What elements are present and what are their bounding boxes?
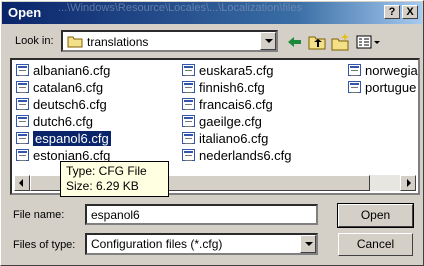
dialog-title: Open [8,5,42,20]
file-item[interactable]: albanian6.cfg [16,63,110,78]
file-item[interactable]: deutsch6.cfg [16,97,107,112]
back-arrow-icon[interactable] [285,32,305,52]
look-in-label: Look in: [15,35,54,47]
cfg-file-icon [182,115,195,127]
files-of-type-select[interactable]: Configuration files (*.cfg) [85,233,318,255]
folder-icon [67,35,83,51]
cfg-file-icon [16,132,29,144]
file-item[interactable]: nederlands6.cfg [182,148,292,163]
open-dialog: ...\Windows\Resource\Locales\...\Localiz… [0,0,424,266]
cancel-button[interactable]: Cancel [338,233,413,256]
file-item[interactable]: catalan6.cfg [16,80,103,95]
cfg-file-icon [16,115,29,127]
file-item[interactable]: gaeilge.cfg [182,114,262,129]
chevron-down-icon[interactable] [260,32,276,50]
file-item[interactable]: italiano6.cfg [182,131,268,146]
cfg-file-icon [348,64,361,76]
cfg-file-icon [16,149,29,161]
cfg-file-icon [182,64,195,76]
cfg-file-icon [182,132,195,144]
tooltip-size: Size: 6.29 KB [66,179,139,193]
cfg-file-icon [16,81,29,93]
files-of-type-value: Configuration files (*.cfg) [91,237,223,251]
arrow-right-icon [407,179,411,187]
file-name-label: File name: [13,209,65,221]
up-one-level-icon[interactable] [307,32,327,52]
scroll-right-button[interactable] [400,175,416,191]
cfg-file-icon [182,81,195,93]
cfg-file-icon [348,81,361,93]
file-name-value: espanol6 [91,208,140,222]
new-folder-icon[interactable] [331,32,351,52]
close-button[interactable]: X [402,5,418,19]
file-info-tooltip: Type: CFG File Size: 6.29 KB [60,161,169,197]
open-button[interactable]: Open [337,203,414,228]
chevron-down-icon[interactable] [300,235,316,253]
file-item[interactable]: finnish6.cfg [182,80,265,95]
background-path-text: ...\Windows\Resource\Locales\...\Localiz… [58,2,302,14]
look-in-value: translations [87,35,149,49]
file-item[interactable]: dutch6.cfg [16,114,93,129]
scroll-left-button[interactable] [14,175,30,191]
files-of-type-label: Files of type: [13,239,76,251]
file-item[interactable]: norwegia [348,63,418,78]
cfg-file-icon [182,98,195,110]
file-item-selected[interactable]: espanol6.cfg [16,130,112,147]
cfg-file-icon [182,149,195,161]
cfg-file-icon [16,98,29,110]
cfg-file-icon [16,64,29,76]
help-button[interactable]: ? [384,5,400,19]
title-bar[interactable]: ...\Windows\Resource\Locales\...\Localiz… [2,2,422,24]
file-item[interactable]: francais6.cfg [182,97,273,112]
file-item[interactable]: euskara5.cfg [182,63,273,78]
view-menu-icon[interactable] [355,32,383,52]
tooltip-type: Type: CFG File [66,164,147,178]
file-item[interactable]: portugue [348,80,416,95]
file-name-input[interactable]: espanol6 [85,204,318,225]
arrow-left-icon [19,179,23,187]
look-in-combo[interactable]: translations [61,30,278,52]
